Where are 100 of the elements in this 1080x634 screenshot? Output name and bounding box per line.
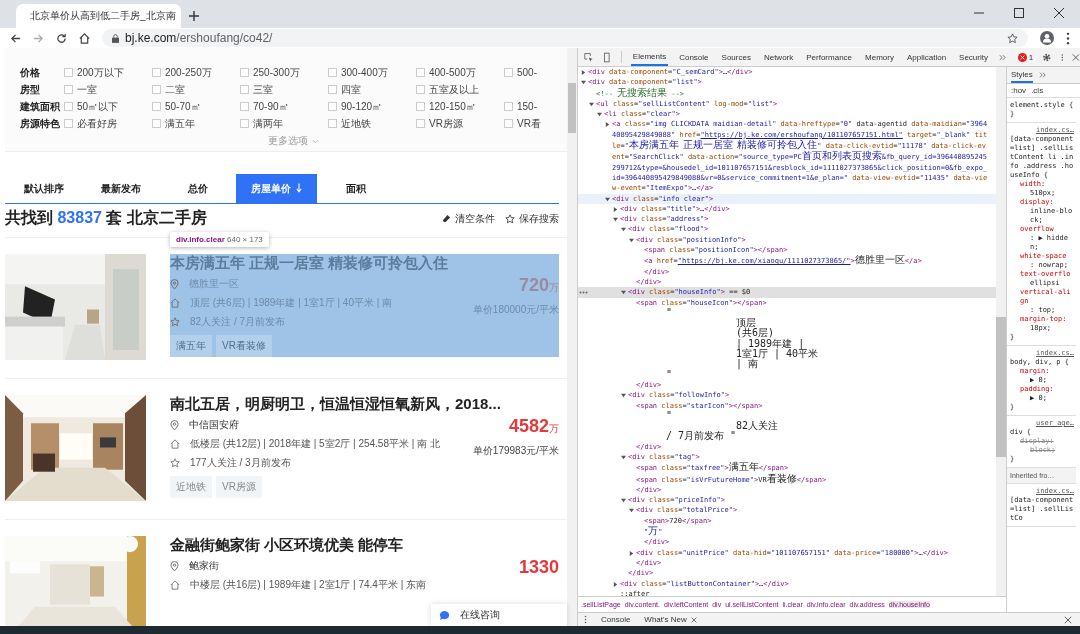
reload-icon[interactable] [56,32,67,44]
home-icon[interactable] [79,32,90,44]
dom-text: / 7月前发布 " [665,431,737,442]
filter-option[interactable]: 五室及以上 [416,82,479,97]
filter-option[interactable]: 90-120㎡ [328,99,416,114]
filter-option[interactable]: 120-150㎡ [416,99,504,114]
maximize-icon[interactable] [1014,8,1024,18]
devtools-tab[interactable]: Elements [630,48,669,66]
house-icon [170,298,180,308]
collapse-triangle-icon[interactable] [621,227,626,233]
listing-title[interactable]: 南北五居，明厨明卫，恒温恒湿恒氧新风，2018... [170,395,559,415]
community-link[interactable]: 中信国安府 [189,418,239,432]
filter-option[interactable]: 500- [504,67,537,78]
expand-triangle-icon[interactable] [613,206,618,212]
style-filter-button[interactable]: :hov [1011,86,1027,95]
close-icon[interactable] [1064,615,1072,624]
sort-tab[interactable]: 最新发布 [82,174,159,203]
filter-option[interactable]: 70-90㎡ [240,99,328,114]
profile-icon[interactable] [1040,31,1054,45]
filter-option[interactable]: 二室 [152,82,240,97]
style-filter-button[interactable]: .cls [1031,86,1044,95]
filter-option[interactable]: 200-250万 [152,65,240,80]
filter-option[interactable]: 近地铁 [328,116,416,131]
filter-option[interactable]: 三室 [240,82,328,97]
filter-option[interactable]: 250-300万 [240,65,328,80]
filter-option[interactable]: 50㎡以下 [64,99,152,114]
chat-bubble-icon [439,609,450,621]
back-icon[interactable] [10,32,21,44]
menu-icon[interactable] [1066,31,1070,45]
expand-triangle-icon[interactable] [581,70,586,75]
total-price: 1330 [518,558,559,576]
collapse-triangle-icon[interactable] [613,217,618,223]
bookmark-star-icon[interactable] [1007,32,1018,44]
collapse-triangle-icon[interactable] [589,101,594,107]
expand-triangle-icon[interactable] [629,550,634,556]
collapse-triangle-icon[interactable] [621,393,626,399]
tab-title: 北京单价从高到低二手房_北京南 [30,9,176,23]
collapse-triangle-icon[interactable] [621,290,626,296]
close-icon[interactable] [690,616,697,623]
collapse-triangle-icon[interactable] [629,508,634,514]
devtools-tab[interactable]: Network [761,48,796,66]
expand-triangle-icon[interactable] [605,122,610,128]
listing-tag: 满五年 [170,335,212,357]
devtools-tab[interactable]: Application [904,48,949,66]
scroll-thumb[interactable] [996,317,1006,457]
dom-text: " [665,307,674,319]
collapse-triangle-icon[interactable] [621,498,626,504]
collapse-triangle-icon[interactable] [581,80,586,86]
filter-option[interactable]: 50-70㎡ [152,99,240,114]
dom-text: " [665,369,674,380]
dom-text: 1室1厅 | 40平米 [735,349,820,360]
filter-option[interactable]: VR看 [504,116,541,131]
filter-option[interactable]: VR房源 [416,116,504,131]
sort-tab[interactable]: 默认排序 [5,174,82,203]
inspect-element-icon[interactable] [584,51,594,63]
browser-tab[interactable]: 北京单价从高到低二手房_北京南 [16,4,181,28]
scroll-thumb[interactable] [568,83,576,133]
devtools-tab[interactable]: Performance [804,48,855,66]
devtools-tab[interactable]: Memory [863,48,896,66]
drawer-tab[interactable]: Console [601,615,631,624]
close-icon[interactable] [1054,8,1064,18]
listing-title[interactable]: 金融街鲍家街 小区环境优美 能停车 [170,536,559,556]
clear-filters-button[interactable]: 清空条件 [442,211,495,226]
collapse-triangle-icon[interactable] [605,196,610,202]
save-search-button[interactable]: 保存搜索 [505,211,559,226]
sort-tab[interactable]: 面积 [317,174,394,203]
filter-option[interactable]: 200万以下 [64,65,152,80]
more-icon[interactable] [579,291,588,295]
collapse-triangle-icon[interactable] [621,455,626,460]
filter-option[interactable]: 四室 [328,82,416,97]
filter-option[interactable]: 150- [504,101,537,112]
devtools-tab[interactable]: Security [957,48,990,66]
community-link[interactable]: 鲍家街 [189,559,219,573]
devtools-tab[interactable]: Sources [719,48,753,66]
location-pin-icon [170,560,179,572]
chat-toast[interactable]: 在线咨询 [431,604,567,626]
device-toolbar-icon[interactable] [602,51,612,63]
collapse-triangle-icon[interactable] [597,112,602,118]
sort-tab[interactable]: 房屋单价 [236,174,317,203]
house-details: 中楼层 (共16层) | 1989年建 | 2室1厅 | 74.4平米 | 东南 [190,578,426,592]
star-icon [505,213,515,224]
listing-info-panel[interactable]: 南北五居，明厨明卫，恒温恒湿恒氧新风，2018... 中信国安府 低楼层 (共12层) | 2018年建 | 5室2厅 | 254.58平米 | 南 北 177人关注 / 3月前发布 近地铁 VR房源 4582万 单价179983元/平米 [170,395,559,498]
down-arrow-icon [296,182,302,193]
drawer-tab[interactable]: What's New [644,615,697,624]
collapse-triangle-icon[interactable] [629,237,634,243]
listing-info-panel[interactable]: 金融街鲍家街 小区环境优美 能停车 鲍家街 中楼层 (共16层) | 1989年建 | 2室1厅 | 74.4平米 | 东南 1330 [170,536,559,594]
sort-tab[interactable]: 总价 [159,174,236,203]
filter-option[interactable]: 满五年 [152,116,240,131]
new-tab-icon[interactable] [189,11,199,21]
filter-option[interactable]: 必看好房 [64,116,152,131]
filter-option[interactable]: 满两年 [240,116,328,131]
filter-option[interactable]: 300-400万 [328,65,416,80]
expand-triangle-icon[interactable] [613,581,618,587]
filter-option[interactable]: 一室 [64,82,152,97]
filter-option[interactable]: 400-500万 [416,65,504,80]
settings-icon[interactable] [1042,51,1052,63]
star-icon [170,317,180,327]
filter-label: 价格 [20,65,41,80]
address-bar[interactable]: bj.ke.com/ershoufang/co42/ [102,29,1028,47]
devtools-tab[interactable]: Console [677,48,711,66]
